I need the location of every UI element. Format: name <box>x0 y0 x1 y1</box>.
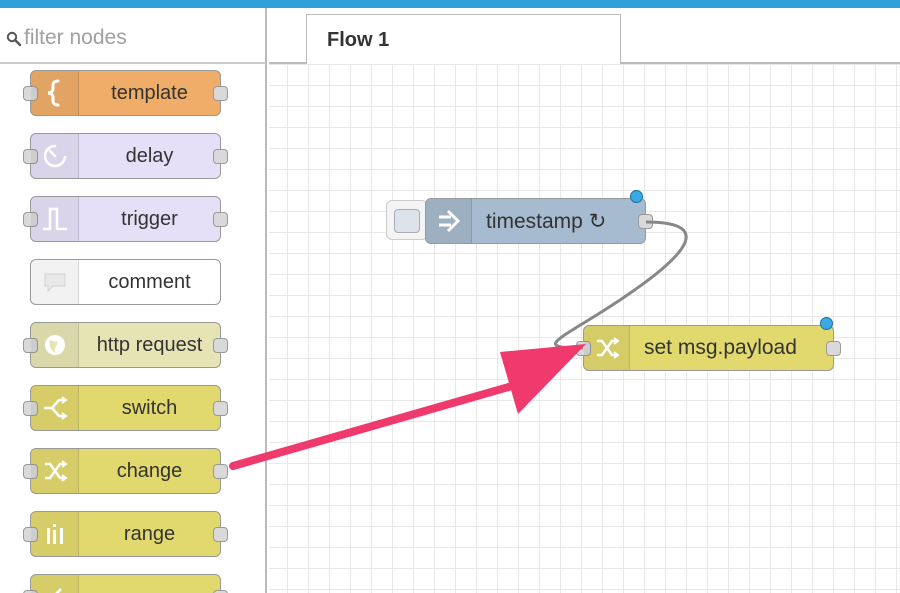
palette-node-trigger[interactable]: trigger <box>23 196 228 242</box>
flow-node-label: timestamp ↻ <box>486 209 607 233</box>
palette-node-label: delay <box>125 144 174 167</box>
output-port[interactable] <box>213 464 228 479</box>
trigger-pulse-icon <box>31 197 79 241</box>
flow-node-label: set msg.payload <box>644 336 797 359</box>
output-port[interactable] <box>826 341 841 356</box>
palette-node-label: http request <box>96 333 203 356</box>
palette-filter <box>0 8 265 64</box>
changed-indicator <box>820 317 833 330</box>
flow-node-timestamp[interactable]: timestamp ↻ <box>425 190 653 244</box>
filter-nodes-input[interactable] <box>24 22 254 54</box>
output-port[interactable] <box>213 401 228 416</box>
flow-node-change[interactable]: set msg.payload <box>576 317 841 371</box>
output-port[interactable] <box>213 338 228 353</box>
palette-node-comment[interactable]: comment <box>30 259 221 305</box>
tab-flow-1[interactable]: Flow 1 <box>306 14 621 66</box>
node-palette: template delay trigger comment <box>0 8 267 593</box>
split-icon <box>31 575 79 593</box>
header-bar <box>0 0 900 8</box>
inject-button-face <box>394 209 420 233</box>
palette-node-label <box>79 575 220 593</box>
palette-node-label: change <box>116 459 183 482</box>
search-icon <box>6 31 22 47</box>
palette-node-label: trigger <box>121 207 178 230</box>
palette-node-switch[interactable]: switch <box>23 385 228 431</box>
shuffle-icon <box>31 449 79 493</box>
curly-brace-icon <box>31 71 79 115</box>
node-red-editor: template delay trigger comment <box>0 0 900 593</box>
comment-bubble-icon <box>31 260 79 304</box>
palette-node-http-request[interactable]: http request <box>23 322 228 368</box>
shuffle-icon <box>584 326 630 370</box>
arrow-right-icon <box>426 199 472 243</box>
workspace-tabs: Flow 1 <box>269 8 900 66</box>
range-icon <box>31 512 79 556</box>
inject-trigger-button[interactable] <box>386 200 428 240</box>
workspace: Flow 1 <box>269 8 900 593</box>
palette-node-delay[interactable]: delay <box>23 133 228 179</box>
palette-node-template[interactable]: template <box>23 70 228 116</box>
timer-icon <box>31 134 79 178</box>
palette-node-label: range <box>123 522 176 545</box>
palette-node-label: comment <box>108 270 191 293</box>
output-port[interactable] <box>213 527 228 542</box>
globe-icon <box>31 323 79 367</box>
switch-icon <box>31 386 79 430</box>
palette-node-split[interactable] <box>23 574 228 593</box>
changed-indicator <box>630 190 643 203</box>
output-port[interactable] <box>213 86 228 101</box>
palette-node-label: template <box>111 81 188 104</box>
output-port[interactable] <box>638 214 653 229</box>
output-port[interactable] <box>213 212 228 227</box>
palette-node-label: switch <box>121 396 178 419</box>
palette-node-change[interactable]: change <box>23 448 228 494</box>
output-port[interactable] <box>213 149 228 164</box>
palette-node-range[interactable]: range <box>23 511 228 557</box>
